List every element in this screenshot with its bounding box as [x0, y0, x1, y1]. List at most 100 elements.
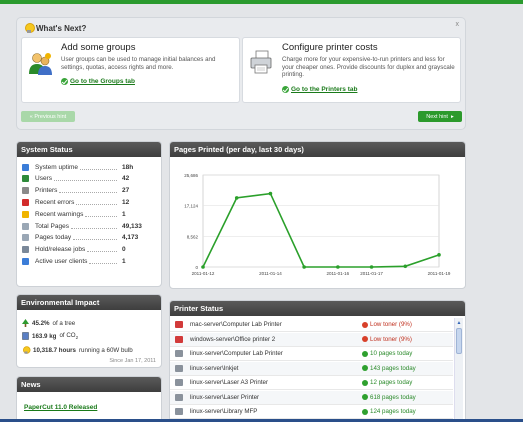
- status-label: Total Pages: [35, 222, 69, 230]
- printer-row[interactable]: linux-server\Laser A3 Printer 12 pages to…: [170, 376, 453, 390]
- check-circle-icon: [61, 78, 68, 85]
- pages-today-icon: [22, 234, 29, 242]
- printer-status: 12 pages today: [362, 379, 412, 386]
- status-value: 42: [122, 175, 130, 183]
- printer-name[interactable]: linux-server\Laser A3 Printer: [190, 379, 362, 386]
- x-tick-label: 2011-01-12: [192, 271, 215, 276]
- bulb-hours-row: 10,318.7 hours running a 60W bulb: [22, 345, 133, 355]
- previous-hint-button[interactable]: « Previous hint: [21, 111, 75, 122]
- status-value: 49,133: [122, 222, 142, 230]
- printer-status-title: Printer Status: [170, 301, 465, 316]
- status-label: System uptime: [35, 163, 78, 171]
- printer-icon: [175, 408, 183, 415]
- printer-row[interactable]: linux-server\Laser Printer 618 pages toda…: [170, 390, 453, 405]
- pages-icon: [22, 222, 29, 230]
- whats-next-title: What's Next?: [25, 23, 86, 33]
- printer-row[interactable]: mac-server\Computer Lab Printer Low toner…: [170, 318, 453, 332]
- dotted-leader: [89, 259, 118, 264]
- scrollbar[interactable]: ▲: [454, 318, 463, 422]
- tree-icon: [22, 319, 29, 327]
- x-tick-label: 2011-01-14: [259, 271, 282, 276]
- data-point: [369, 265, 374, 269]
- printer-row[interactable]: linux-server\Inkjet 143 pages today: [170, 361, 453, 376]
- printer-error-icon: [175, 335, 183, 343]
- news-item-link[interactable]: PaperCut 11.0 Released: [24, 404, 97, 411]
- top-accent-bar: [0, 0, 523, 4]
- printer-name[interactable]: windows-server\Office printer 2: [190, 336, 362, 343]
- printer-error-icon: [175, 321, 183, 328]
- scrollbar-thumb[interactable]: [456, 328, 462, 354]
- dotted-leader: [73, 235, 118, 241]
- data-point: [403, 264, 408, 269]
- status-label: Pages today: [35, 234, 72, 242]
- status-row: System uptime 18h: [22, 162, 161, 172]
- status-label: Hold/release jobs: [35, 246, 86, 254]
- x-tick-label: 2011-01-16: [327, 271, 350, 276]
- printer-row[interactable]: linux-server\Library MFP 124 pages today: [170, 405, 453, 419]
- status-dot-icon: [362, 321, 368, 328]
- system-status-panel: System Status System uptime 18h Users 42 Pri…: [16, 141, 162, 287]
- printer-status: Low toner (9%): [362, 321, 412, 328]
- pages-printed-chart: 0 8,562 17,124 25,686 2011-01-12 2011-01-14 20…: [184, 173, 451, 276]
- pages-printed-title: Pages Printed (per day, last 30 days): [170, 142, 465, 157]
- data-point: [268, 191, 273, 196]
- close-icon[interactable]: x: [456, 21, 460, 28]
- printer-icon: [250, 50, 272, 74]
- status-dot-icon: [362, 336, 368, 342]
- printer-name[interactable]: mac-server\Computer Lab Printer: [190, 321, 362, 328]
- scroll-up-icon[interactable]: ▲: [456, 320, 462, 326]
- status-value: 12: [122, 198, 130, 206]
- environmental-impact-panel: Environmental Impact 45.2% of a tree 163…: [16, 294, 162, 368]
- card-title: Add some groups: [61, 42, 136, 53]
- printer-icon: [175, 350, 183, 357]
- hold-release-icon: [22, 246, 29, 254]
- arrow-right-icon: ▸: [450, 113, 454, 120]
- clock-icon: [22, 163, 29, 171]
- error-icon: [22, 198, 29, 206]
- printer-status: Low toner (9%): [362, 336, 412, 343]
- dotted-leader: [70, 224, 117, 229]
- dotted-leader: [76, 200, 118, 205]
- status-row: Total Pages 49,133: [22, 221, 161, 231]
- status-row: Printers 27: [22, 186, 161, 196]
- data-point: [201, 265, 205, 269]
- printer-name[interactable]: linux-server\Laser Printer: [190, 394, 362, 401]
- status-dot-icon: [362, 379, 368, 386]
- groups-tab-link[interactable]: Go to the Groups tab: [61, 78, 135, 85]
- printer-row[interactable]: windows-server\Office printer 2 Low toner…: [170, 332, 453, 347]
- status-value: 0: [122, 246, 126, 254]
- whats-next-panel: What's Next? x Add some groups User grou…: [16, 17, 466, 130]
- printer-status: 618 pages today: [362, 394, 416, 401]
- printer-name[interactable]: linux-server\Computer Lab Printer: [190, 350, 362, 357]
- x-tick-label: 2011-01-19: [428, 271, 451, 276]
- printer-icon: [175, 393, 183, 401]
- y-tick-label: 0: [195, 265, 198, 270]
- printers-tab-link[interactable]: Go to the Printers tab: [282, 86, 357, 93]
- add-groups-card: Add some groups User groups can be used …: [21, 37, 240, 103]
- lightbulb-icon: [23, 346, 31, 354]
- printer-row[interactable]: linux-server\Computer Lab Printer 10 page…: [170, 347, 453, 361]
- data-point: [234, 196, 239, 200]
- printer-icon: [22, 187, 29, 195]
- status-value: 1: [122, 257, 126, 265]
- environmental-impact-title: Environmental Impact: [17, 295, 161, 310]
- status-dot-icon: [362, 350, 368, 357]
- dotted-leader: [87, 247, 118, 253]
- trees-row: 45.2% of a tree: [22, 319, 75, 327]
- since-date: Since Jan 17, 2011: [109, 358, 156, 364]
- next-hint-button[interactable]: Next hint ▸: [418, 111, 462, 122]
- dotted-leader: [85, 212, 118, 217]
- card-title: Configure printer costs: [282, 42, 378, 53]
- dotted-leader: [53, 176, 117, 182]
- co2-row: 163.9 kg of CO2: [22, 332, 78, 340]
- printer-costs-card: Configure printer costs Charge more for …: [242, 37, 461, 103]
- status-value: 27: [122, 187, 130, 195]
- pages-printed-panel: Pages Printed (per day, last 30 days) 0 8…: [169, 141, 466, 289]
- data-point: [302, 265, 306, 269]
- status-row: Hold/release jobs 0: [22, 245, 161, 255]
- printer-icon: [175, 364, 183, 372]
- status-row: Active user clients 1: [22, 256, 161, 266]
- system-status-title: System Status: [17, 142, 161, 157]
- printer-name[interactable]: linux-server\Library MFP: [190, 408, 362, 415]
- printer-name[interactable]: linux-server\Inkjet: [190, 365, 362, 372]
